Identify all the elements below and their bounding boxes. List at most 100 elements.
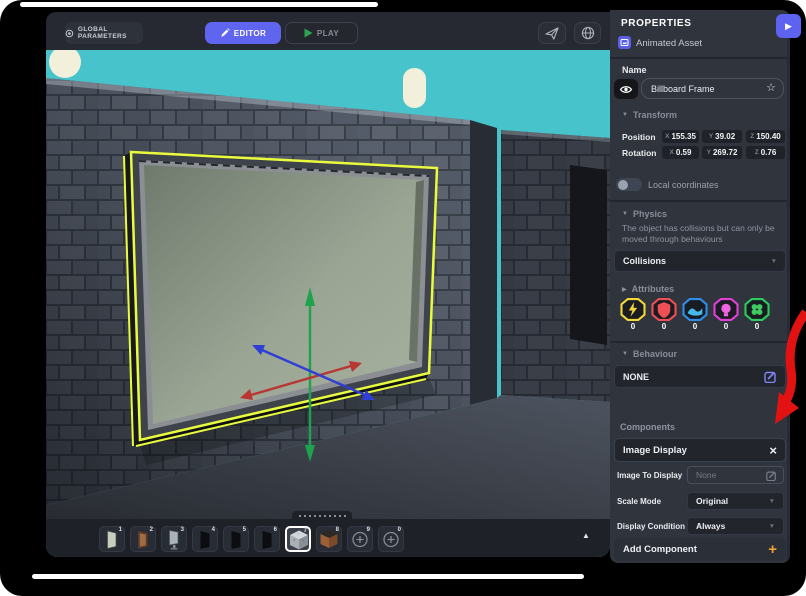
rotation-z-field[interactable]: Z 0.76 (746, 146, 785, 159)
attributes-section-header[interactable]: ▶ Attributes (622, 284, 674, 294)
decorative-line-top (20, 2, 378, 7)
attribute-clover-badge[interactable] (744, 298, 770, 321)
attribute-wave-badge[interactable] (682, 298, 708, 321)
visibility-toggle-button[interactable] (614, 79, 638, 99)
clover-icon (744, 298, 770, 321)
attribute-value: 0 (620, 322, 646, 331)
globe-icon-button[interactable] (574, 22, 601, 44)
play-icon (304, 28, 313, 38)
rotation-x-field[interactable]: X 0.59 (662, 146, 699, 159)
global-parameters-label: GLOBAL PARAMETERS (78, 26, 143, 40)
scale-mode-label: Scale Mode (617, 497, 661, 506)
stone-cube-icon (286, 527, 312, 553)
chevron-down-icon: ▼ (622, 211, 628, 217)
editor-tab-label: EDITOR (234, 29, 266, 38)
hotbar-slot-4[interactable]: 4 (192, 526, 218, 552)
image-to-display-label: Image To Display (617, 471, 682, 480)
hotbar-slot-8[interactable]: 8 (316, 526, 342, 552)
position-y-field[interactable]: Y 39.02 (702, 130, 742, 143)
lightning-icon (620, 298, 646, 321)
panel-title: PROPERTIES (621, 18, 691, 29)
wave-icon (682, 298, 708, 321)
dark-board (570, 165, 607, 345)
hotbar-expand-arrow[interactable]: ▲ (582, 531, 590, 540)
edit-icon[interactable] (764, 370, 777, 383)
shield-icon (651, 298, 677, 321)
properties-panel: PROPERTIES Animated Asset Name ☆ ▼ Trans… (610, 10, 790, 563)
app-root: GLOBAL PARAMETERS EDITOR PLAY (0, 0, 806, 596)
bubble-icon (713, 298, 739, 321)
hotbar-slot-3[interactable]: 3 (161, 526, 187, 552)
global-parameters-button[interactable]: GLOBAL PARAMETERS (65, 22, 143, 44)
attribute-value: 0 (713, 322, 739, 331)
image-to-display-input[interactable] (694, 469, 763, 481)
physics-section-header[interactable]: ▼ Physics (622, 209, 667, 219)
chevron-right-icon: ▶ (785, 21, 792, 32)
collision-mode-dropdown[interactable]: Collisions ▼ (614, 250, 786, 272)
add-component-button[interactable]: Add Component + (614, 538, 786, 561)
hotbar-slot-1[interactable]: 1 (99, 526, 125, 552)
attribute-value: 0 (682, 322, 708, 331)
position-label: Position (622, 132, 656, 142)
play-tab-label: PLAY (317, 29, 339, 38)
eye-icon (619, 84, 633, 95)
animated-asset-icon (618, 36, 631, 49)
hotbar-slot-6[interactable]: 6 (254, 526, 280, 552)
physics-description: The object has collisions but can only b… (622, 223, 782, 245)
name-section-label: Name (622, 65, 647, 75)
components-section-label: Components (620, 422, 675, 432)
display-condition-label: Display Condition (617, 522, 685, 531)
pencil-icon (220, 28, 230, 38)
play-tab-button[interactable]: PLAY (285, 22, 358, 44)
divider (610, 57, 790, 59)
position-x-field[interactable]: X 155.35 (662, 130, 699, 143)
attribute-value: 0 (744, 322, 770, 331)
edit-icon[interactable] (766, 470, 777, 481)
editor-tab-button[interactable]: EDITOR (205, 22, 281, 44)
cloud-right (403, 68, 426, 108)
rotation-label: Rotation (622, 148, 656, 158)
image-to-display-field[interactable] (687, 466, 784, 484)
chevron-right-icon: ▶ (622, 286, 627, 293)
asset-type-label: Animated Asset (636, 38, 702, 49)
position-z-field[interactable]: Z 150.40 (746, 130, 785, 143)
behaviour-section-header[interactable]: ▼ Behaviour (622, 349, 677, 359)
attribute-value: 0 (651, 322, 677, 331)
local-coordinates-toggle[interactable] (616, 178, 642, 191)
behaviour-field[interactable]: NONE (614, 365, 786, 388)
scale-mode-dropdown[interactable]: Original ▼ (687, 492, 784, 510)
attribute-shield-badge[interactable] (651, 298, 677, 321)
paper-plane-icon (545, 27, 559, 40)
toggle-knob (618, 180, 628, 190)
hotbar-slot-5[interactable]: 5 (223, 526, 249, 552)
remove-component-icon[interactable]: × (769, 444, 777, 457)
display-condition-dropdown[interactable]: Always ▼ (687, 517, 784, 535)
divider (610, 341, 790, 343)
chevron-down-icon: ▼ (769, 523, 775, 530)
plus-icon: + (768, 542, 777, 557)
panel-collapse-button[interactable]: ▶ (776, 14, 801, 38)
scene-canvas[interactable] (46, 50, 610, 557)
name-input[interactable] (649, 83, 762, 95)
viewport-3d[interactable]: 1 2 3 4 5 (46, 50, 610, 557)
hotbar-slot-7-selected[interactable]: 7 (285, 526, 311, 552)
rotation-y-field[interactable]: Y 269.72 (702, 146, 742, 159)
name-field[interactable]: ☆ (641, 78, 784, 99)
chevron-down-icon: ▼ (769, 498, 775, 505)
favorite-star-icon[interactable]: ☆ (766, 83, 776, 94)
global-parameters-icon (65, 28, 74, 39)
publish-button[interactable] (538, 22, 566, 44)
panel-scrollbar[interactable] (787, 10, 790, 563)
component-image-display[interactable]: Image Display × (614, 438, 786, 462)
local-coordinates-label: Local coordinates (648, 180, 719, 190)
transform-section-header[interactable]: ▼ Transform (622, 110, 677, 120)
attribute-bubble-badge[interactable] (713, 298, 739, 321)
hotbar-slot-9[interactable]: 9 (347, 526, 373, 552)
chevron-down-icon: ▼ (622, 351, 628, 357)
decorative-line-bottom (32, 574, 584, 579)
hotbar-slot-0[interactable]: 0 (378, 526, 404, 552)
chevron-down-icon: ▼ (622, 112, 628, 118)
divider (610, 200, 790, 202)
hotbar-slot-2[interactable]: 2 (130, 526, 156, 552)
attribute-lightning-badge[interactable] (620, 298, 646, 321)
